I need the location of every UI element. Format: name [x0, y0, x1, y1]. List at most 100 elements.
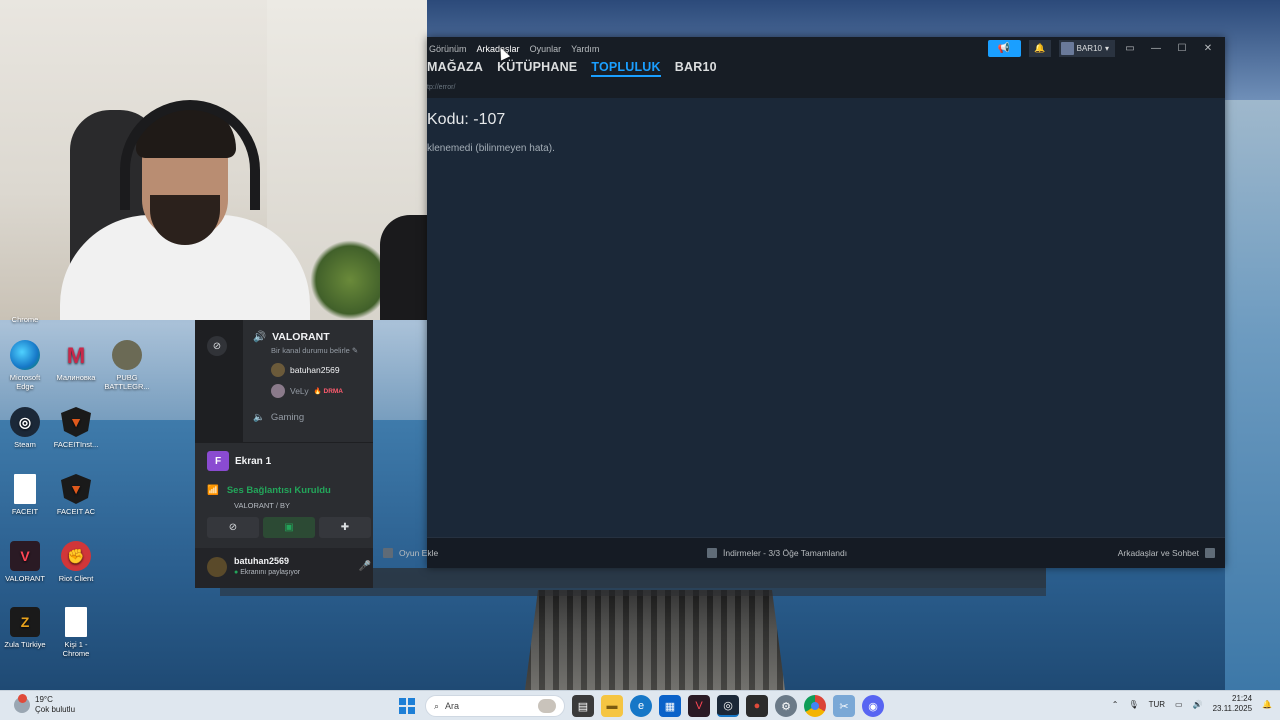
user-panel: batuhan2569 ● Ekranını paylaşıyor 🎤 [195, 548, 373, 588]
url-display: tp://error/ [427, 84, 456, 91]
background-window-strip [373, 568, 1046, 588]
big-picture-button[interactable]: ▭ [1119, 40, 1141, 57]
snipping-taskbar-button[interactable]: ✂ [833, 695, 855, 717]
clock[interactable]: 21:24 23.11.2025 [1213, 694, 1252, 714]
store-taskbar-button[interactable]: ▦ [659, 695, 681, 717]
add-game-label: Oyun Ekle [399, 548, 439, 558]
riot-taskbar-button[interactable]: ● [746, 695, 768, 717]
volume-icon[interactable]: 🔊 [1193, 700, 1203, 709]
desktop-icon-riot-client[interactable]: ✊ Riot Client [51, 541, 101, 583]
channel-name: Gaming [270, 412, 305, 423]
nav-store[interactable]: MAĞAZA [427, 60, 483, 77]
file-icon [65, 607, 87, 637]
avatar[interactable] [207, 557, 227, 577]
user-name: VeLy [290, 386, 309, 396]
friends-chat-button[interactable]: Arkadaşlar ve Sohbet [1118, 548, 1215, 558]
minimize-button[interactable]: — [1145, 40, 1167, 57]
stop-stream-button[interactable]: ▣ [263, 517, 315, 538]
account-name: BAR10 [1076, 44, 1102, 53]
error-message: klenemedi (bilinmeyen hata). [427, 143, 555, 154]
voice-user[interactable]: batuhan2569 [271, 363, 340, 377]
desktop-wallpaper-edge [1225, 100, 1280, 690]
file-explorer-button[interactable]: ▬ [601, 695, 623, 717]
chrome-icon [811, 702, 819, 710]
divider [195, 442, 373, 443]
voice-connection-status[interactable]: 📶 Ses Bağlantısı Kuruldu [207, 485, 331, 496]
network-icon[interactable]: ▭ [1175, 700, 1183, 709]
discord-taskbar-button[interactable]: ◉ [862, 695, 884, 717]
weather-widget[interactable]: 19°C Çok bulutlu [14, 694, 75, 715]
close-button[interactable]: ✕ [1197, 40, 1219, 57]
task-view-button[interactable]: ▤ [572, 695, 594, 717]
voice-status-text: Ses Bağlantısı Kuruldu [226, 485, 331, 496]
microphone-icon[interactable]: 🎙 [1128, 700, 1138, 709]
voice-channel-gaming[interactable]: 🔈 Gaming [253, 412, 304, 423]
chrome-taskbar-button[interactable] [804, 695, 826, 717]
desktop-icon-steam[interactable]: ◎ Steam [0, 407, 50, 449]
user-status-text: Ekranını paylaşıyor [240, 569, 301, 576]
microphone-button[interactable]: 🎤 [359, 561, 371, 572]
weather-temp: 19°C [35, 695, 53, 704]
search-box[interactable]: ⌕ Ara [425, 695, 565, 717]
chevron-up-icon[interactable]: ⌃ [1112, 700, 1119, 709]
steam-taskbar-button[interactable]: ◎ [717, 695, 739, 717]
settings-taskbar-button[interactable]: ⚙ [775, 695, 797, 717]
voice-user[interactable]: VeLy 🔥 DRMA [271, 384, 343, 398]
start-button[interactable] [396, 695, 418, 717]
avatar [1060, 42, 1074, 55]
desktop-icon-faceit-installer[interactable]: ▼ FACEITInst... [51, 407, 101, 449]
add-game-button[interactable]: Oyun Ekle [383, 548, 438, 558]
valorant-taskbar-button[interactable]: V [688, 695, 710, 717]
desktop-icon-pubg[interactable]: PUBG BATTLEGR... [102, 340, 152, 391]
riot-fist-icon: ✊ [61, 541, 91, 571]
nav-community[interactable]: TOPLULUK [591, 60, 661, 77]
desktop-icon-label: VALORANT [5, 574, 45, 583]
edge-icon [10, 340, 40, 370]
friends-chat-label: Arkadaşlar ve Sohbet [1117, 548, 1199, 558]
desktop-icon-chrome[interactable]: Chrome [0, 315, 50, 324]
chevron-down-icon: ▾ [1104, 44, 1109, 53]
desktop-icon-zula[interactable]: Z Zula Türkiye [0, 607, 50, 649]
bell-icon: 🔔 [1034, 43, 1046, 53]
announcements-button[interactable]: 📢 [987, 40, 1021, 57]
weather-icon [14, 694, 30, 713]
menu-view[interactable]: Görünüm [429, 42, 467, 56]
desktop-icon-malinovka[interactable]: M Малиновка [51, 340, 101, 382]
maximize-button[interactable]: ☐ [1171, 40, 1193, 57]
nav-library[interactable]: KÜTÜPHANE [497, 60, 577, 77]
downloads-button[interactable]: İndirmeler - 3/3 Öğe Tamamlandı [707, 548, 847, 558]
account-menu-button[interactable]: BAR10 ▾ [1058, 40, 1115, 57]
notifications-icon[interactable]: 🔔 [1262, 700, 1272, 709]
steam-icon: ◎ [723, 699, 733, 712]
desktop-icon-faceit-ac[interactable]: ▼ FACEIT AC [51, 474, 101, 516]
camera-off-button[interactable]: ⊘ [207, 517, 259, 538]
language-indicator[interactable]: TUR [1149, 700, 1165, 709]
steam-icon: ◎ [10, 407, 40, 437]
maximize-icon: ☐ [1177, 43, 1187, 54]
channel-status[interactable]: Bir kanal durumu belirle ✎ [271, 346, 358, 355]
menu-games[interactable]: Oyunlar [530, 42, 562, 56]
monitor-icon: ▭ [1125, 43, 1135, 54]
channel-name: VALORANT [272, 330, 330, 343]
screen-share-item[interactable]: F Ekran 1 [207, 451, 271, 471]
voice-channel-valorant[interactable]: 🔊 VALORANT [253, 330, 330, 344]
pubg-icon [112, 340, 142, 370]
malinovka-icon: M [66, 342, 86, 368]
edge-taskbar-button[interactable]: e [630, 695, 652, 717]
taskbar: 19°C Çok bulutlu ⌕ Ara ▤ ▬ e ▦ V ◎ ● ⚙ ✂… [0, 690, 1280, 720]
desktop-icon-label: FACEIT [11, 507, 39, 516]
nav-profile[interactable]: BAR10 [675, 60, 717, 77]
weather-text: 19°C Çok bulutlu [35, 695, 75, 715]
notifications-button[interactable]: 🔔 [1028, 40, 1051, 57]
desktop-icon-faceit-file[interactable]: FACEIT [0, 474, 50, 516]
menu-help[interactable]: Yardım [571, 42, 599, 56]
edge-icon: e [637, 700, 645, 712]
desktop-icon-valorant[interactable]: V VALORANT [0, 541, 50, 583]
activities-button[interactable]: ✚ [319, 517, 371, 538]
discover-button[interactable]: ⊘ [207, 336, 227, 356]
faceit-shield-icon: ▼ [61, 407, 91, 437]
webcam-overlay [0, 0, 427, 320]
desktop-icon-edge[interactable]: Microsoft Edge [0, 340, 50, 391]
weather-desc: Çok bulutlu [35, 705, 76, 714]
desktop-icon-chrome-profile[interactable]: Kişi 1 - Chrome [51, 607, 101, 658]
